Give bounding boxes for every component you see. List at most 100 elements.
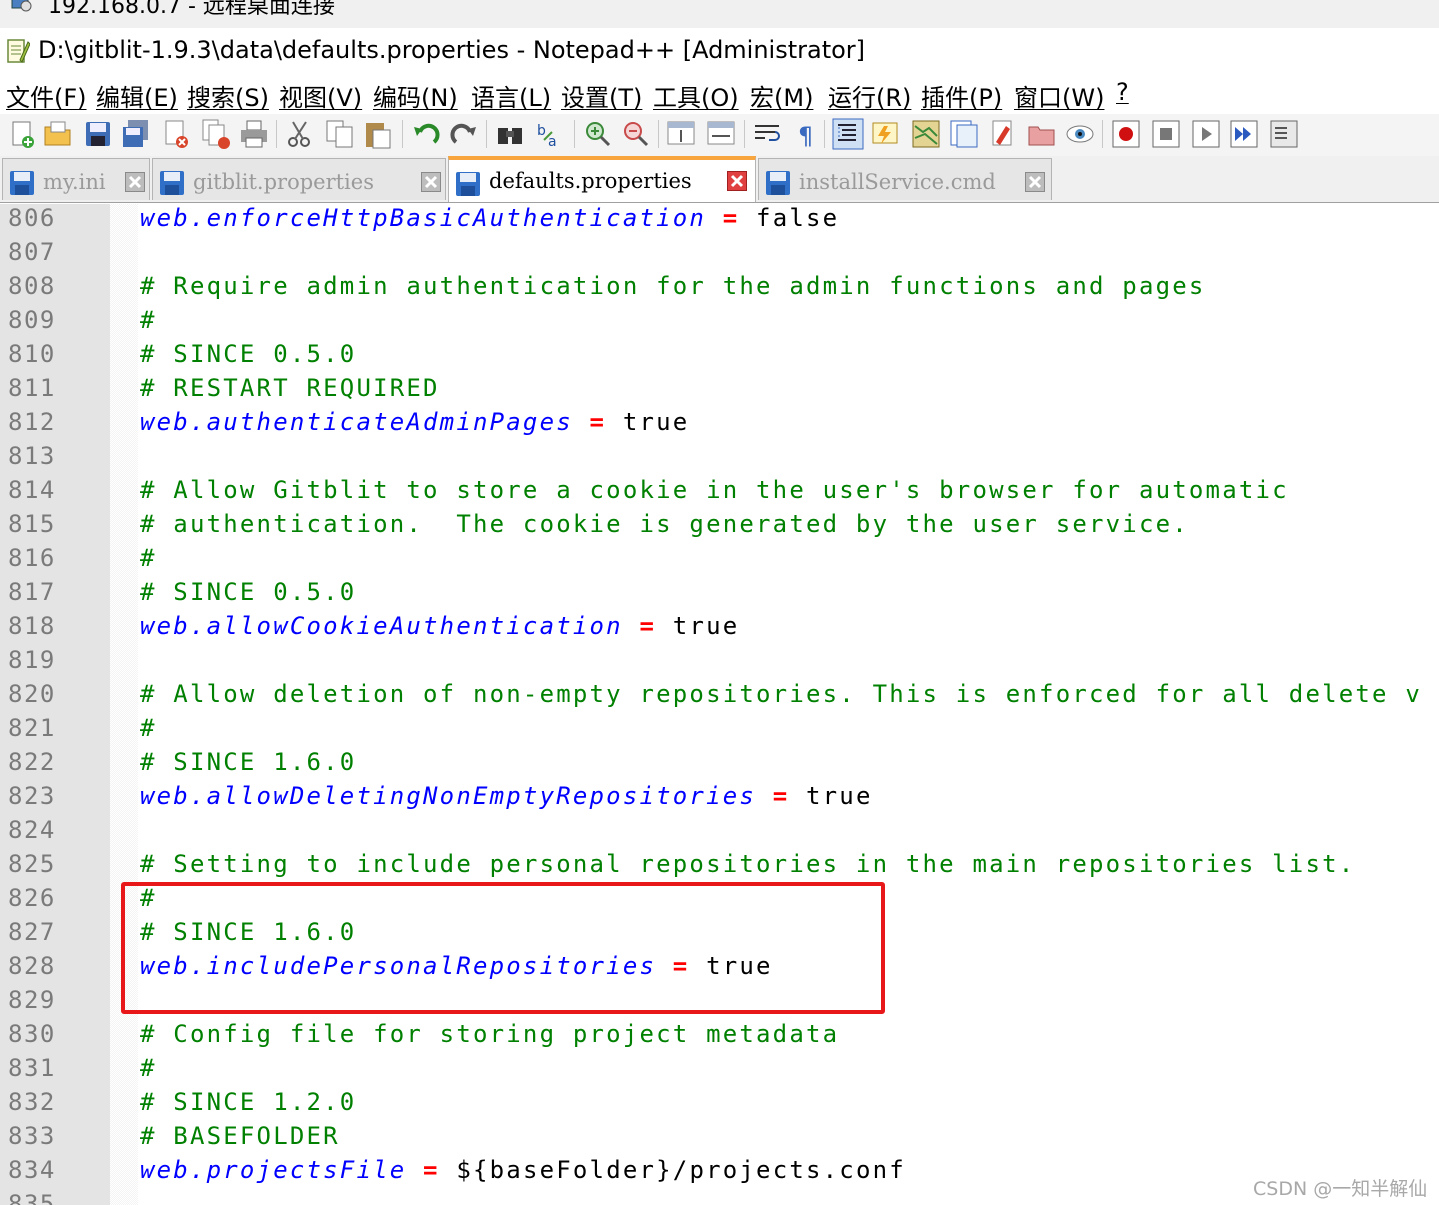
code-line[interactable]: 814 # Allow Gitblit to store a cookie in … [0, 476, 1439, 510]
code-line[interactable]: 834 web.projectsFile = ${baseFolder}/proj… [0, 1156, 1439, 1190]
show-all-chars-icon[interactable]: ¶ [792, 118, 824, 150]
paste-icon[interactable] [362, 118, 394, 150]
word-wrap-icon[interactable] [752, 118, 784, 150]
close-all-icon[interactable] [200, 118, 232, 150]
code-line[interactable]: 835 [0, 1190, 1439, 1205]
indent-guide-icon[interactable] [832, 118, 864, 150]
menu-view[interactable]: 视图(V) [279, 78, 362, 113]
code-line[interactable]: 816 # [0, 544, 1439, 578]
code-line[interactable]: 823 web.allowDeletingNonEmptyRepositories… [0, 782, 1439, 816]
save-macro-icon[interactable] [1268, 118, 1300, 150]
code-line[interactable]: 822 # SINCE 1.6.0 [0, 748, 1439, 782]
menu-edit[interactable]: 编辑(E) [96, 78, 178, 113]
run-macro-multiple-icon[interactable] [1228, 118, 1260, 150]
code-line[interactable]: 818 web.allowCookieAuthentication = true [0, 612, 1439, 646]
tab-installservice-cmd[interactable]: installService.cmd [758, 158, 1052, 200]
code-line[interactable]: 811 # RESTART REQUIRED [0, 374, 1439, 408]
zoom-out-icon[interactable] [620, 118, 652, 150]
code-line[interactable]: 806 web.enforceHttpBasicAuthentication = … [0, 204, 1439, 238]
redo-icon[interactable] [448, 118, 480, 150]
code-line[interactable]: 813 [0, 442, 1439, 476]
line-content: # Setting to include personal repositori… [140, 850, 1355, 878]
menu-help[interactable]: ? [1116, 78, 1129, 106]
code-line[interactable]: 824 [0, 816, 1439, 850]
code-line[interactable]: 808 # Require admin authentication for th… [0, 272, 1439, 306]
code-line[interactable]: 815 # authentication. The cookie is gener… [0, 510, 1439, 544]
zoom-in-icon[interactable] [582, 118, 614, 150]
code-line[interactable]: 821 # [0, 714, 1439, 748]
close-tab-icon[interactable] [125, 172, 145, 192]
menu-tools[interactable]: 工具(O) [653, 78, 739, 113]
cut-icon[interactable] [284, 118, 316, 150]
editor[interactable]: 806 web.enforceHttpBasicAuthentication = … [0, 204, 1439, 1205]
copy-icon[interactable] [324, 118, 356, 150]
stop-record-icon[interactable] [1150, 118, 1182, 150]
tab-defaults-properties[interactable]: defaults.properties [448, 156, 756, 202]
menu-plugins[interactable]: 插件(P) [921, 78, 1002, 113]
function-list-icon[interactable] [948, 118, 980, 150]
menu-file[interactable]: 文件(F) [6, 78, 87, 113]
open-file-icon[interactable] [42, 118, 74, 150]
replace-icon[interactable]: ba [534, 118, 566, 150]
menu-bar: 文件(F) 编辑(E) 搜索(S) 视图(V) 编码(N) 语言(L) 设置(T… [0, 74, 1439, 114]
folder-as-workspace-icon[interactable] [988, 118, 1020, 150]
code-line[interactable]: 812 web.authenticateAdminPages = true [0, 408, 1439, 442]
comment-text: # Require admin authentication for the a… [140, 272, 1206, 300]
close-tab-icon[interactable] [1025, 172, 1045, 192]
code-line[interactable]: 809 # [0, 306, 1439, 340]
line-number: 825 [8, 850, 56, 878]
close-tab-icon[interactable] [727, 171, 747, 191]
assignment-operator: = [722, 204, 740, 232]
saved-disk-icon [10, 171, 34, 195]
user-language-icon[interactable] [870, 118, 902, 150]
menu-settings[interactable]: 设置(T) [561, 78, 642, 113]
code-line[interactable]: 810 # SINCE 0.5.0 [0, 340, 1439, 374]
close-icon[interactable] [160, 118, 192, 150]
comment-text: # [140, 1054, 157, 1082]
comment-text: # SINCE 0.5.0 [140, 340, 357, 368]
fold-all-icon[interactable] [1026, 118, 1058, 150]
comment-text: # [140, 714, 157, 742]
menu-encoding[interactable]: 编码(N) [373, 78, 458, 113]
comment-text: # [140, 544, 157, 572]
code-line[interactable]: 833 # BASEFOLDER [0, 1122, 1439, 1156]
line-number: 807 [8, 238, 56, 266]
line-content: # Config file for storing project metada… [140, 1020, 839, 1048]
menu-search[interactable]: 搜索(S) [187, 78, 269, 113]
play-macro-icon[interactable] [1190, 118, 1222, 150]
code-line[interactable]: 807 [0, 238, 1439, 272]
save-all-icon[interactable] [120, 118, 152, 150]
find-icon[interactable] [494, 118, 526, 150]
line-number: 821 [8, 714, 56, 742]
remote-desktop-icon [11, 0, 32, 12]
code-line[interactable]: 820 # Allow deletion of non-empty reposit… [0, 680, 1439, 714]
menu-macro[interactable]: 宏(M) [750, 78, 813, 113]
undo-icon[interactable] [410, 118, 442, 150]
line-number: 829 [8, 986, 56, 1014]
sync-horizontal-icon[interactable] [706, 118, 738, 150]
close-tab-icon[interactable] [421, 172, 441, 192]
property-value: true [672, 612, 740, 640]
code-line[interactable]: 830 # Config file for storing project met… [0, 1020, 1439, 1054]
print-icon[interactable] [238, 118, 270, 150]
code-line[interactable]: 819 [0, 646, 1439, 680]
code-line[interactable]: 825 # Setting to include personal reposit… [0, 850, 1439, 884]
menu-run[interactable]: 运行(R) [828, 78, 911, 113]
line-content: # SINCE 0.5.0 [140, 578, 356, 606]
menu-language[interactable]: 语言(L) [471, 78, 551, 113]
save-icon[interactable] [82, 118, 114, 150]
code-line[interactable]: 831 # [0, 1054, 1439, 1088]
line-content: web.allowCookieAuthentication = true [140, 612, 739, 640]
new-file-icon[interactable] [6, 118, 38, 150]
sync-vertical-icon[interactable] [666, 118, 698, 150]
comment-text: # [140, 306, 157, 334]
document-map-icon[interactable] [910, 118, 942, 150]
record-macro-icon[interactable] [1110, 118, 1142, 150]
tab-my-ini[interactable]: my.ini [2, 158, 150, 200]
tab-gitblit-properties[interactable]: gitblit.properties [152, 158, 446, 200]
code-line[interactable]: 832 # SINCE 1.2.0 [0, 1088, 1439, 1122]
property-value: true [622, 408, 690, 436]
code-line[interactable]: 817 # SINCE 0.5.0 [0, 578, 1439, 612]
menu-window[interactable]: 窗口(W) [1014, 78, 1104, 113]
monitoring-icon[interactable] [1064, 118, 1096, 150]
